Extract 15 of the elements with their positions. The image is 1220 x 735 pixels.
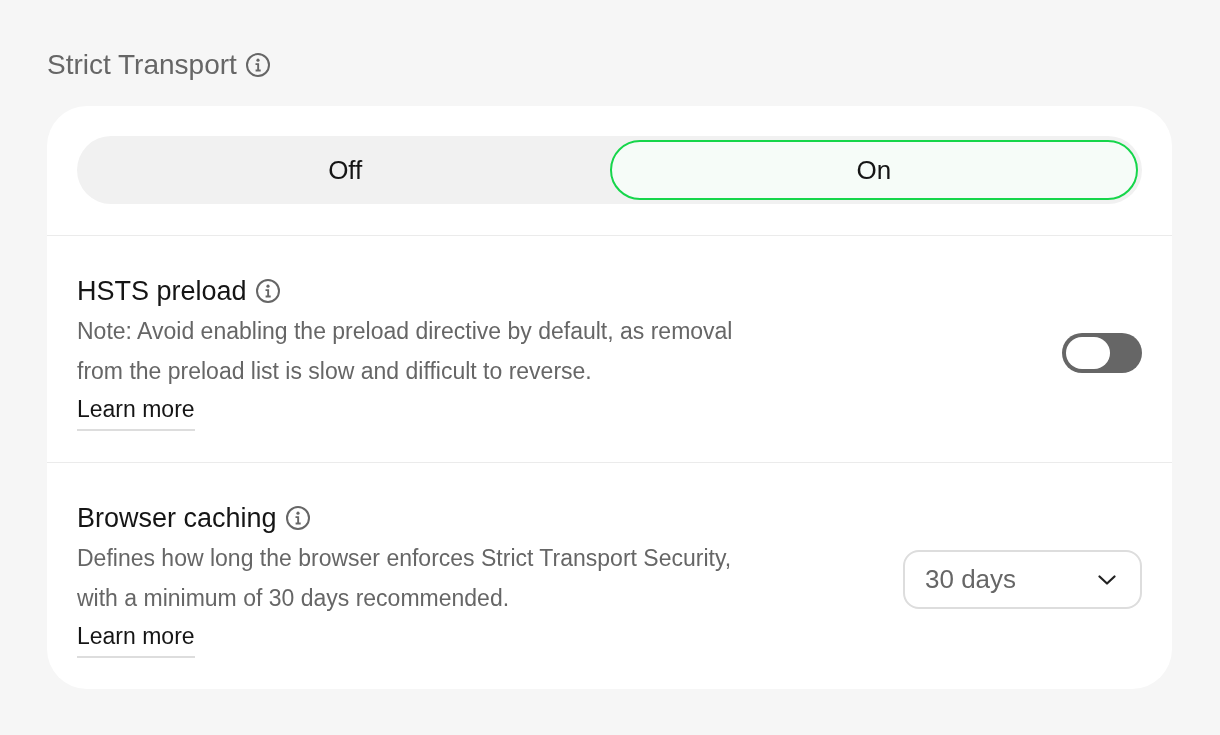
segment-tab[interactable]: On	[609, 140, 1138, 200]
info-icon[interactable]	[255, 279, 280, 303]
info-icon[interactable]	[245, 53, 270, 77]
learn-more-link[interactable]: Learn more	[77, 396, 195, 431]
dropdown-select[interactable]: 30 days	[903, 550, 1142, 609]
info-icon[interactable]	[285, 506, 310, 530]
setting-description: Defines how long the browser enforces Strict Transport Security, with a minimum of 30 days recommended.	[77, 544, 733, 613]
setting-title: HSTS preload	[77, 275, 247, 308]
toggle-switch[interactable]	[1062, 332, 1142, 373]
setting-description: Note: Avoid enabling the preload directive by default, as removal from the preload list is slow and difficult to reverse.	[77, 317, 734, 386]
setting-title: Browser caching	[77, 502, 277, 535]
segment-tab[interactable]: Off	[81, 140, 610, 200]
learn-more-link[interactable]: Learn more	[77, 623, 195, 658]
chevron-down-icon	[1098, 574, 1116, 585]
section-title: Strict Transport	[47, 48, 237, 82]
